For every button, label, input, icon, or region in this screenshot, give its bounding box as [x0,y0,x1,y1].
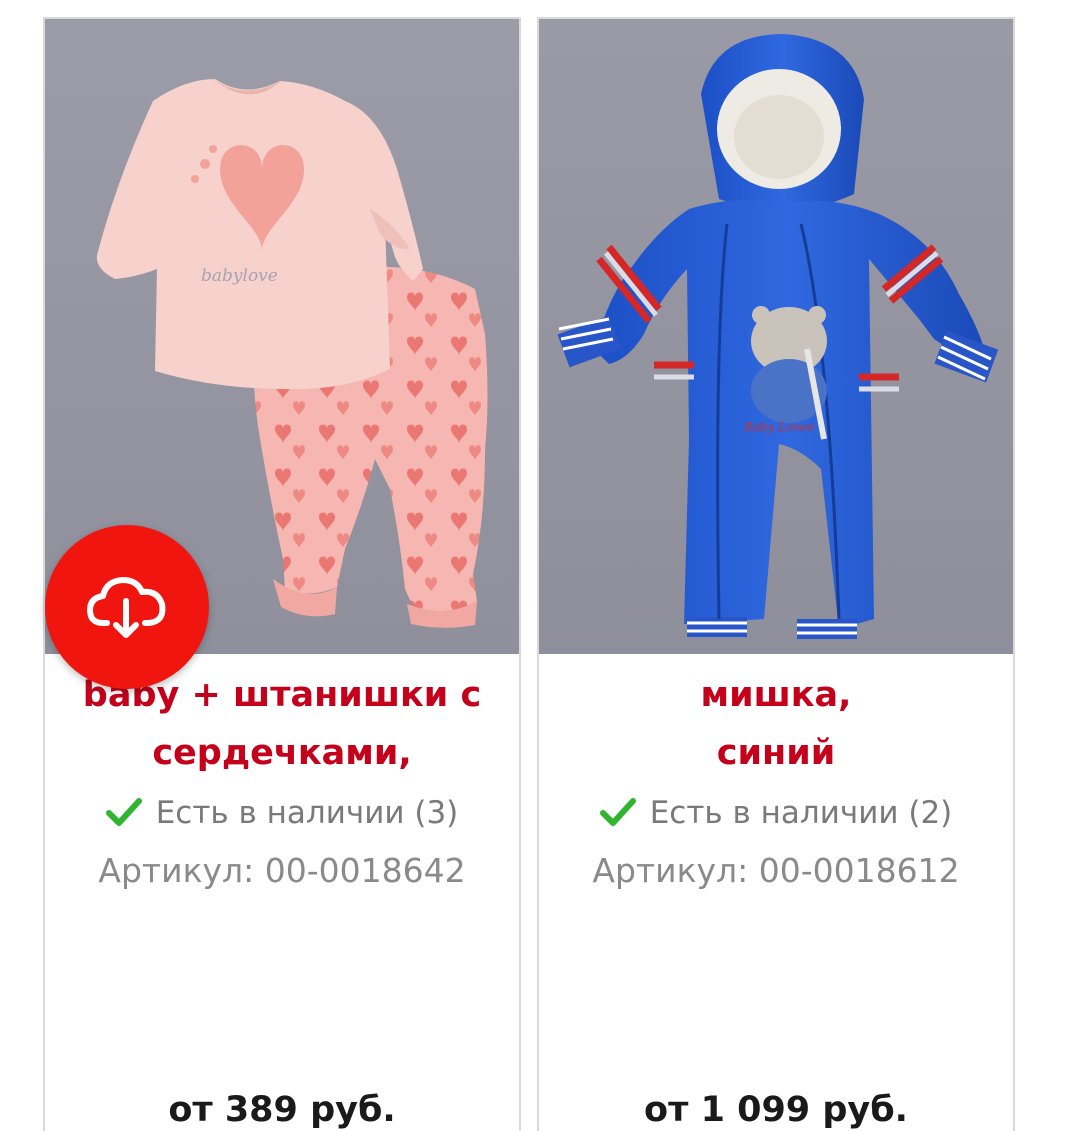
product-grid: babylove baby + штанишки с сердечками, Е… [0,0,1080,1131]
check-icon [105,797,142,826]
stock-label: Есть в наличии (3) [155,795,459,831]
price-label: от 389 руб. [168,1090,396,1130]
price-label: от 1 099 руб. [644,1090,908,1130]
product-card[interactable]: Baby Lovee для мальчика, мишка, синий Ес… [537,17,1015,1131]
product-print-text: Baby Lovee [743,420,814,434]
sku-label: Артикул: 00-0018612 [592,851,960,890]
stock-label: Есть в наличии (2) [649,795,953,831]
stock-status: Есть в наличии (2) [539,791,1013,835]
product-image[interactable]: Baby Lovee [539,19,1013,654]
cloud-download-icon [87,577,166,638]
product-print-text: babylove [201,266,278,286]
product-title[interactable]: для мальчика, мишка, синий [539,657,1013,782]
stock-status: Есть в наличии (3) [45,791,519,835]
check-icon [599,797,636,826]
sku-label: Артикул: 00-0018642 [98,851,466,890]
download-button[interactable] [45,525,209,689]
